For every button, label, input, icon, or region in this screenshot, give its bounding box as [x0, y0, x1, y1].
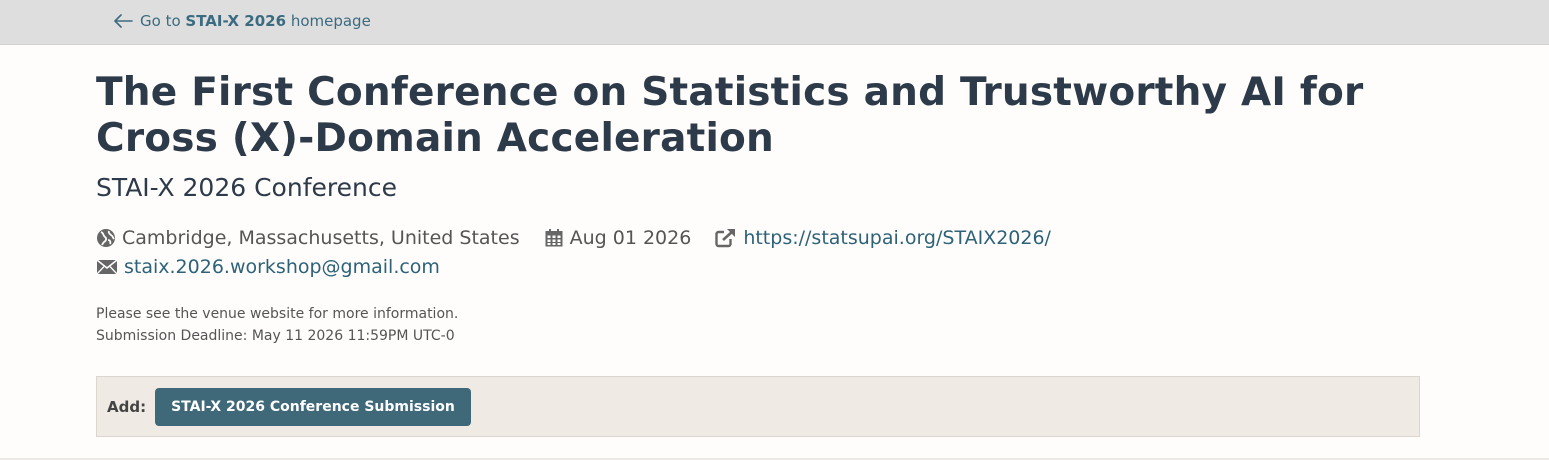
venue-email[interactable]: staix.2026.workshop@gmail.com: [96, 256, 440, 278]
venue-info-note: Please see the venue website for more in…: [96, 306, 459, 322]
calendar-icon: [545, 229, 563, 247]
top-navigation-bar: Go to STAI-X 2026 homepage: [0, 0, 1549, 45]
date-text: Aug 01 2026: [569, 227, 692, 249]
back-link-venue: STAI-X 2026: [185, 12, 287, 30]
back-to-homepage-link[interactable]: Go to STAI-X 2026 homepage: [113, 12, 371, 30]
external-link-icon: [715, 228, 738, 248]
submission-deadline: Submission Deadline: May 11 2026 11:59PM…: [96, 328, 455, 344]
add-label: Add:: [107, 397, 147, 416]
venue-header: The First Conference on Statistics and T…: [96, 70, 1426, 344]
venue-subtitle: STAI-X 2026 Conference: [96, 173, 397, 202]
venue-meta-row: Cambridge, Massachusetts, United States …: [96, 227, 1075, 249]
back-link-prefix: Go to: [140, 12, 181, 30]
back-link-suffix: homepage: [290, 12, 371, 30]
add-invitation-bar: Add: STAI-X 2026 Conference Submission: [96, 376, 1420, 437]
venue-website[interactable]: https://statsupai.org/STAIX2026/: [715, 227, 1051, 249]
website-link[interactable]: https://statsupai.org/STAIX2026/: [743, 227, 1051, 249]
arrow-left-icon: [113, 14, 133, 28]
venue-location: Cambridge, Massachusetts, United States: [96, 227, 520, 249]
location-text: Cambridge, Massachusetts, United States: [122, 227, 520, 249]
venue-notes: Please see the venue website for more in…: [96, 303, 458, 347]
globe-icon: [97, 229, 115, 247]
envelope-icon: [96, 259, 118, 275]
email-link[interactable]: staix.2026.workshop@gmail.com: [124, 256, 440, 278]
venue-title: The First Conference on Statistics and T…: [96, 70, 1364, 161]
add-submission-button[interactable]: STAI-X 2026 Conference Submission: [155, 387, 471, 426]
venue-date: Aug 01 2026: [544, 227, 692, 249]
venue-contact-row: staix.2026.workshop@gmail.com: [96, 256, 464, 278]
